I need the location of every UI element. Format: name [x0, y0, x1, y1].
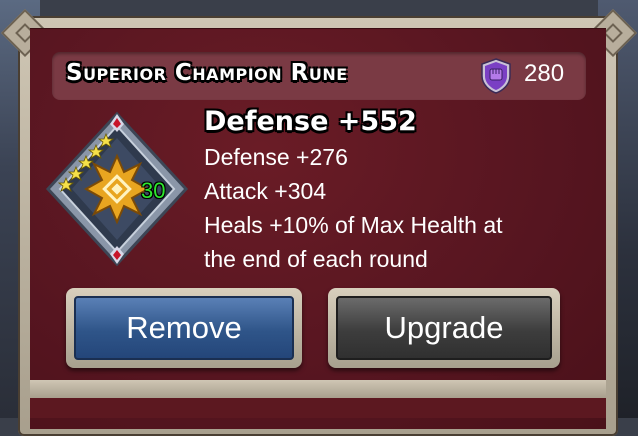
rune-title: Superior Champion Rune	[66, 60, 348, 86]
remove-button[interactable]: Remove	[66, 288, 302, 368]
rune-emblem-icon[interactable]	[36, 108, 198, 270]
rune-cost-value: 280	[524, 60, 565, 87]
panel-divider	[30, 380, 606, 398]
rune-level: 30	[141, 178, 166, 203]
remove-button-label[interactable]: Remove	[74, 296, 294, 360]
upgrade-button[interactable]: Upgrade	[328, 288, 560, 368]
rune-stat-line: Attack +304	[204, 178, 327, 204]
rune-stat-line: the end of each round	[204, 246, 428, 272]
purple-fist-shield-icon	[481, 58, 511, 94]
rune-stat-line: Defense +276	[204, 144, 348, 170]
next-panel-peek	[30, 398, 606, 418]
rune-stat-line: Heals +10% of Max Health at	[204, 212, 503, 238]
rune-title-bar: Superior Champion Rune 280	[52, 52, 586, 100]
rune-headline-stat: Defense +552	[204, 106, 417, 137]
upgrade-button-label[interactable]: Upgrade	[336, 296, 552, 360]
